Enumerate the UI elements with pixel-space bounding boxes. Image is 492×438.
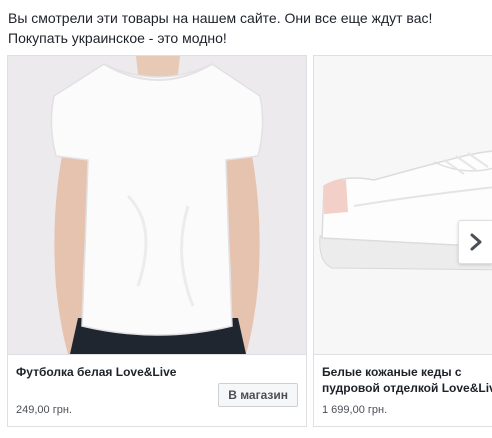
product-price: 1 699,00 грн. [322,404,388,416]
product-card-footer: Белые кожаные кеды с пудровой отделкой L… [314,354,492,426]
ad-text-line-2: Покупать украинское - это модно! [8,30,227,46]
white-sneaker-photo [319,150,492,271]
product-image-sneakers[interactable] [314,56,492,354]
product-image-tshirt[interactable] [8,56,306,354]
chevron-right-icon [470,233,481,251]
product-card-tshirt[interactable]: Футболка белая Love&Live В магазин 249,0… [7,55,307,427]
product-title[interactable]: Футболка белая Love&Live [16,364,176,380]
ad-text-line-1: Вы смотрели эти товары на нашем сайте. О… [8,10,433,26]
ad-text: Вы смотрели эти товары на нашем сайте. О… [8,8,488,48]
carousel-next-button[interactable] [458,220,492,264]
product-card-footer: Футболка белая Love&Live В магазин 249,0… [8,354,306,426]
product-carousel: Футболка белая Love&Live В магазин 249,0… [0,55,492,438]
shop-button[interactable]: В магазин [218,383,298,407]
product-title[interactable]: Белые кожаные кеды с пудровой отделкой L… [322,364,492,396]
product-price: 249,00 грн. [16,404,72,416]
white-tshirt-photo [50,56,264,354]
